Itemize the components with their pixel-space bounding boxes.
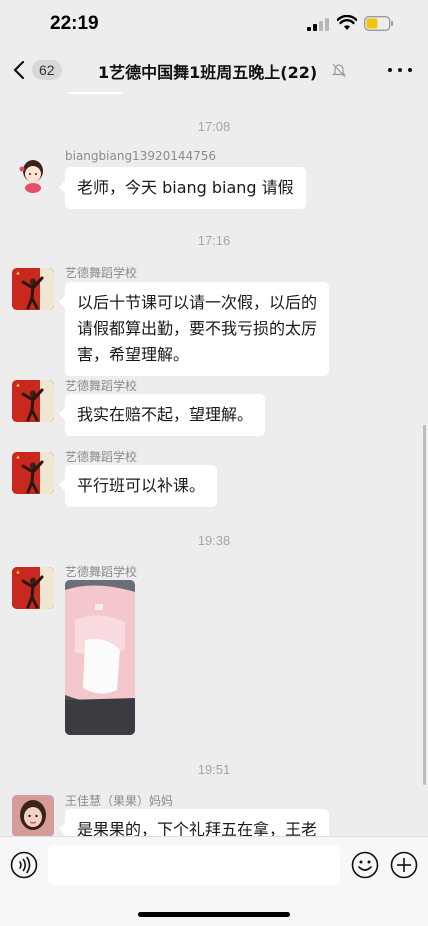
message-text-line: 请假都算出勤，要不我亏损的太厉 xyxy=(77,319,318,338)
image-message[interactable] xyxy=(65,580,135,735)
message-text: 老师，今天 biang biang 请假 xyxy=(77,178,294,197)
time-separator: 17:16 xyxy=(197,233,231,248)
dot-icon xyxy=(408,68,412,72)
back-button[interactable]: 62 xyxy=(12,56,66,84)
scrollbar[interactable] xyxy=(423,425,426,785)
chat-title: 1艺德中国舞1班周五晚上(22) xyxy=(98,63,318,82)
dancer-flag-avatar-icon xyxy=(12,268,54,310)
avatar[interactable] xyxy=(12,795,54,836)
message-bubble[interactable]: 是果果的，下个礼拜五在拿，王老 xyxy=(58,809,330,836)
dancer-flag-avatar-icon xyxy=(12,567,54,609)
time-separator: 19:51 xyxy=(197,762,231,777)
unread-count-badge: 62 xyxy=(32,60,62,80)
sender-name: 艺德舞蹈学校 xyxy=(65,565,138,579)
avatar[interactable] xyxy=(12,268,54,310)
message-input[interactable] xyxy=(48,845,340,885)
status-bar: 22:19 xyxy=(0,0,428,50)
sender-name: 王佳慧（果果）妈妈 xyxy=(65,794,174,808)
time-separator: 19:38 xyxy=(197,533,231,548)
status-time: 22:19 xyxy=(50,13,99,34)
dancer-flag-avatar-icon xyxy=(12,452,54,494)
time-separator: 17:08 xyxy=(197,119,231,134)
sender-name: biangbiang13920144756 xyxy=(65,149,217,163)
cellular-signal-icon xyxy=(307,17,329,31)
avatar[interactable] xyxy=(12,153,54,195)
battery-icon xyxy=(364,16,393,31)
message-text: 我实在赔不起，望理解。 xyxy=(77,405,254,424)
more-options-button[interactable] xyxy=(388,58,412,82)
message-text-line: 以后十节课可以请一次假，以后的 xyxy=(77,293,318,312)
wifi-icon xyxy=(337,15,357,30)
home-indicator[interactable] xyxy=(138,912,290,917)
dancer-flag-avatar-icon xyxy=(12,380,54,422)
message-bubble[interactable]: 我实在赔不起，望理解。 xyxy=(58,394,266,436)
dot-icon xyxy=(388,68,392,72)
message-bubble[interactable]: 以后十节课可以请一次假，以后的 请假都算出勤，要不我亏损的太厉 害，希望理解。 xyxy=(58,282,330,376)
previous-message-bubble xyxy=(66,92,124,94)
sender-name: 艺德舞蹈学校 xyxy=(65,266,138,280)
message-bubble[interactable]: 平行班可以补课。 xyxy=(58,465,218,507)
sender-name: 艺德舞蹈学校 xyxy=(65,450,138,464)
message-text: 平行班可以补课。 xyxy=(77,476,206,495)
message-text-line: 害，希望理解。 xyxy=(77,345,190,364)
emoji-icon[interactable] xyxy=(351,851,379,879)
girl-photo-avatar-icon xyxy=(12,795,54,836)
plus-icon[interactable] xyxy=(390,851,418,879)
sender-name: 艺德舞蹈学校 xyxy=(65,379,138,393)
mute-bell-icon xyxy=(332,63,346,78)
message-text: 是果果的，下个礼拜五在拿，王老 xyxy=(77,820,318,836)
pink-clothing-photo-icon xyxy=(65,580,135,735)
message-list[interactable]: 17:08 biangbiang13920144756 老师，今天 biang … xyxy=(0,92,428,836)
avatar[interactable] xyxy=(12,380,54,422)
voice-input-icon[interactable] xyxy=(10,851,38,879)
chevron-left-icon xyxy=(13,60,25,80)
avatar[interactable] xyxy=(12,567,54,609)
avatar[interactable] xyxy=(12,452,54,494)
dot-icon xyxy=(398,68,402,72)
message-bubble[interactable]: 老师，今天 biang biang 请假 xyxy=(59,167,306,209)
cartoon-girl-avatar-icon xyxy=(19,160,43,193)
chat-header: 62 1艺德中国舞1班周五晚上(22) xyxy=(0,50,428,92)
